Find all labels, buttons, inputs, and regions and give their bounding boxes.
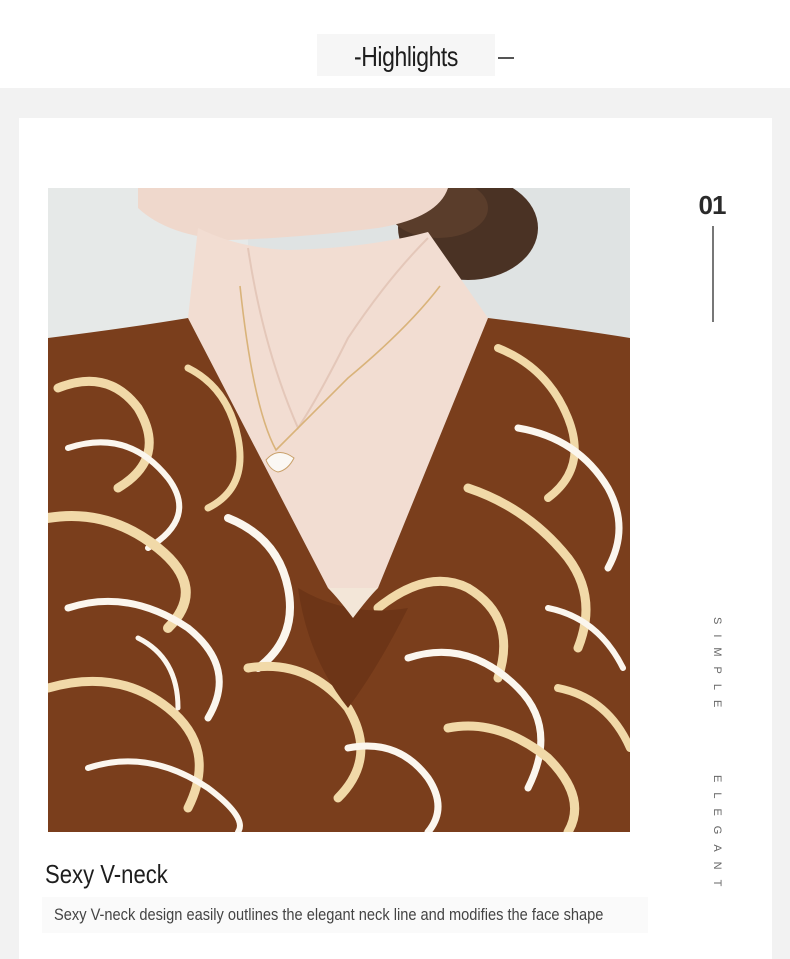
vertical-word-elegant: ELEGANT — [711, 775, 723, 897]
vertical-word-simple: SIMPLE — [711, 617, 723, 718]
section-header: -Highlights — [0, 0, 790, 88]
feature-description: Sexy V-neck design easily outlines the e… — [54, 905, 604, 924]
section-title-box: -Highlights — [317, 34, 495, 76]
feature-title: Sexy V-neck — [45, 859, 168, 889]
number-divider-line — [712, 226, 714, 322]
section-title: -Highlights — [354, 41, 458, 72]
product-photo — [48, 188, 630, 832]
feature-number: 01 — [698, 190, 727, 220]
title-dash-decoration — [498, 57, 514, 59]
